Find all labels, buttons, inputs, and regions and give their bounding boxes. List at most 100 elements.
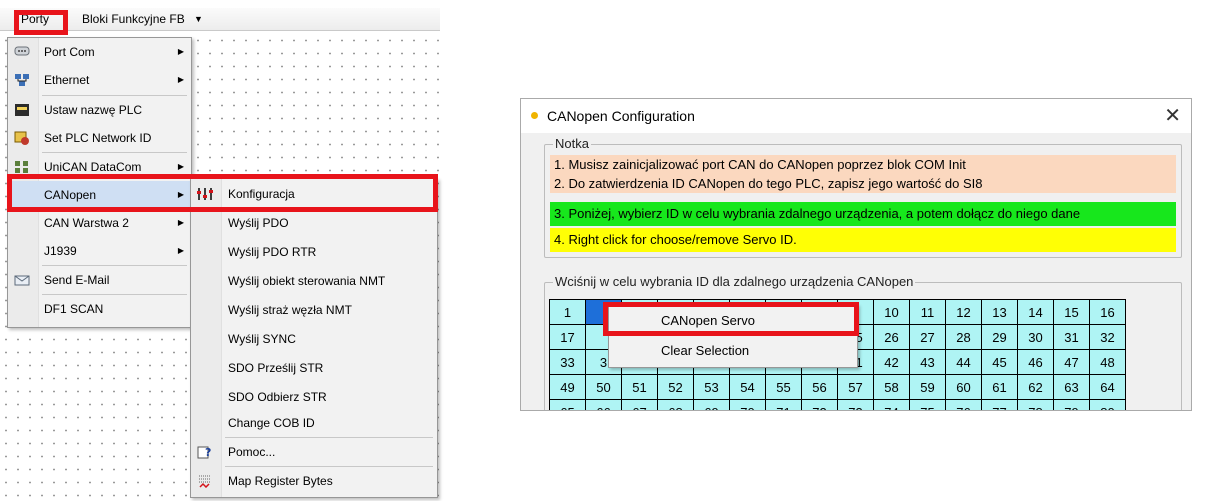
menu-item-wyslij-obiekt-nmt[interactable]: Wyślij obiekt sterowania NMT [191,267,437,295]
submenu-arrow-icon: ▶ [177,218,184,227]
plc-name-icon [14,103,30,117]
context-item-clear-selection[interactable]: Clear Selection [609,339,857,363]
menu-item-change-cob-id[interactable]: Change COB ID [191,409,437,437]
id-cell[interactable]: 11 [909,299,946,325]
id-cell[interactable]: 52 [657,374,694,400]
menu-item-can-warstwa-2[interactable]: CAN Warstwa 2 ▶ [8,209,191,237]
menu-item-konfiguracja[interactable]: Konfiguracja [191,180,437,208]
id-cell[interactable]: 70 [729,399,766,410]
id-cell[interactable]: 69 [693,399,730,410]
id-cell[interactable]: 72 [801,399,838,410]
id-cell[interactable]: 15 [1053,299,1090,325]
id-cell[interactable]: 64 [1089,374,1126,400]
id-cell[interactable]: 57 [837,374,874,400]
id-cell[interactable]: 67 [621,399,658,410]
id-cell[interactable]: 56 [801,374,838,400]
id-cell[interactable]: 10 [873,299,910,325]
menu-item-wyslij-pdo-rtr[interactable]: Wyślij PDO RTR [191,238,437,266]
id-cell[interactable]: 42 [873,349,910,375]
id-cell[interactable]: 49 [549,374,586,400]
id-cell[interactable]: 60 [945,374,982,400]
menu-item-set-plc-name[interactable]: Ustaw nazwę PLC [8,96,191,124]
menu-bloki-funkcyjne[interactable]: Bloki Funkcyjne FB [82,8,192,30]
id-cell[interactable]: 50 [585,374,622,400]
id-cell[interactable]: 75 [909,399,946,410]
id-cell[interactable]: 66 [585,399,622,410]
id-cell[interactable]: 61 [981,374,1018,400]
id-cell[interactable]: 32 [1089,324,1126,350]
id-cell[interactable]: 14 [1017,299,1054,325]
menu-bar: Porty Bloki Funkcyjne FB ▼ [0,8,440,31]
id-cell[interactable]: 13 [981,299,1018,325]
menu-item-df1-scan[interactable]: DF1 SCAN [8,295,191,323]
id-cell[interactable]: 62 [1017,374,1054,400]
id-cell[interactable]: 78 [1017,399,1054,410]
dialog-titlebar: CANopen Configuration ✕ [521,99,1191,133]
id-cell[interactable]: 31 [1053,324,1090,350]
id-cell[interactable]: 73 [837,399,874,410]
menu-item-unican-datacom[interactable]: UniCAN DataCom ▶ [8,153,191,181]
notes-group: Notka 1. Musisz zainicjalizować port CAN… [544,136,1182,258]
email-icon [14,273,30,287]
menu-item-map-register-bytes[interactable]: Map Register Bytes [191,467,437,495]
id-cell[interactable]: 63 [1053,374,1090,400]
id-cell[interactable]: 53 [693,374,730,400]
id-cell[interactable]: 58 [873,374,910,400]
network-icon [14,73,30,87]
id-cell[interactable]: 45 [981,349,1018,375]
datacom-icon [14,160,30,174]
dialog-title: CANopen Configuration [547,108,695,124]
menu-item-wyslij-straz-wezla-nmt[interactable]: Wyślij straż węzła NMT [191,296,437,324]
chevron-down-icon[interactable]: ▼ [194,8,203,30]
id-cell[interactable]: 28 [945,324,982,350]
id-cell[interactable]: 44 [945,349,982,375]
note-orange: 1. Musisz zainicjalizować port CAN do CA… [550,155,1176,193]
menu-item-j1939[interactable]: J1939 ▶ [8,237,191,265]
id-cell[interactable]: 12 [945,299,982,325]
id-cell[interactable]: 71 [765,399,802,410]
note-line-2: 2. Do zatwierdzenia ID CANopen do tego P… [554,176,983,191]
id-cell[interactable]: 76 [945,399,982,410]
menu-item-send-email[interactable]: Send E-Mail [8,266,191,294]
id-cell[interactable]: 74 [873,399,910,410]
id-cell[interactable]: 43 [909,349,946,375]
id-cell[interactable]: 47 [1053,349,1090,375]
close-icon[interactable]: ✕ [1164,99,1181,133]
id-cell[interactable]: 17 [549,324,586,350]
menu-item-port-com[interactable]: Port Com ▶ [8,38,191,66]
id-cell[interactable]: 26 [873,324,910,350]
id-cell[interactable]: 29 [981,324,1018,350]
context-menu: CANopen Servo Clear Selection [608,304,858,368]
menu-item-canopen[interactable]: CANopen ▶ [8,181,191,209]
grid-legend: Wciśnij w celu wybrania ID dla zdalnego … [553,274,916,290]
id-cell[interactable]: 51 [621,374,658,400]
id-cell[interactable]: 16 [1089,299,1126,325]
id-cell[interactable]: 30 [1017,324,1054,350]
menu-item-pomoc[interactable]: ? Pomoc... [191,438,437,466]
id-cell[interactable]: 33 [549,349,586,375]
id-cell[interactable]: 77 [981,399,1018,410]
id-cell[interactable]: 54 [729,374,766,400]
context-item-canopen-servo[interactable]: CANopen Servo [609,309,857,333]
map-register-icon [197,474,213,489]
id-cell[interactable]: 65 [549,399,586,410]
help-icon: ? [197,445,213,459]
id-cell[interactable]: 48 [1089,349,1126,375]
grid-row: 49 50 51 52 53 54 55 56 57 58 59 60 61 62 63 64 [549,374,1126,400]
menu-item-wyslij-sync[interactable]: Wyślij SYNC [191,325,437,353]
id-cell[interactable]: 79 [1053,399,1090,410]
menu-item-wyslij-pdo[interactable]: Wyślij PDO [191,209,437,237]
id-cell[interactable]: 59 [909,374,946,400]
id-cell[interactable]: 46 [1017,349,1054,375]
note-line-1: 1. Musisz zainicjalizować port CAN do CA… [554,157,966,172]
id-cell[interactable]: 1 [549,299,586,325]
id-cell[interactable]: 80 [1089,399,1126,410]
id-cell[interactable]: 27 [909,324,946,350]
menu-porty[interactable]: Porty [14,8,56,30]
menu-item-sdo-przeslij-str[interactable]: SDO Prześlij STR [191,354,437,382]
menu-item-sdo-odbierz-str[interactable]: SDO Odbierz STR [191,383,437,411]
id-cell[interactable]: 55 [765,374,802,400]
menu-item-set-plc-network-id[interactable]: Set PLC Network ID [8,124,191,152]
id-cell[interactable]: 68 [657,399,694,410]
menu-item-ethernet[interactable]: Ethernet ▶ [8,66,191,94]
